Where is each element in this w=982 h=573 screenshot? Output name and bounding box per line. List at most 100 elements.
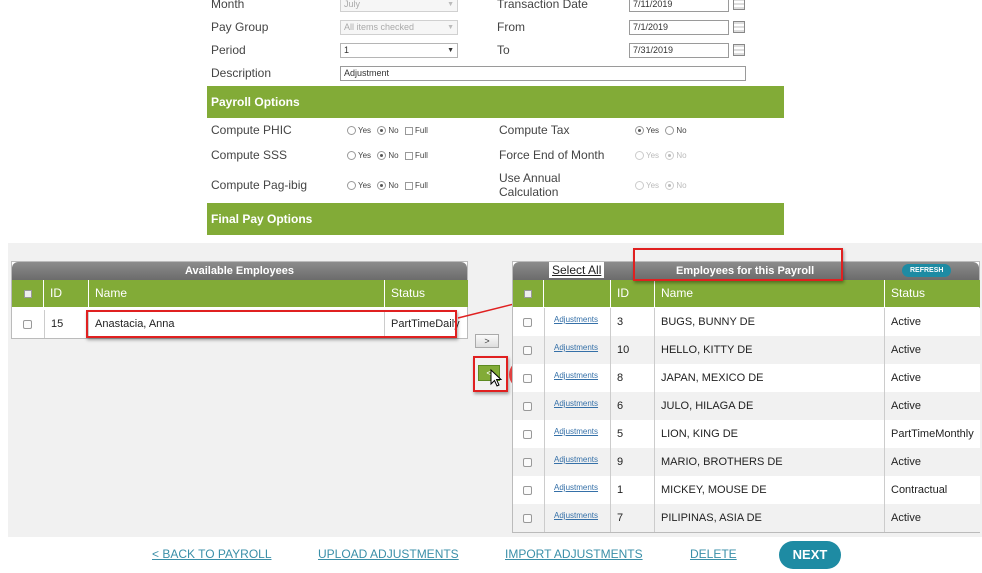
final-pay-options-header: Final Pay Options (207, 203, 784, 235)
select-all-link[interactable]: Select All (549, 262, 605, 278)
employee-id: 3 (611, 308, 655, 336)
employee-name: LION, KING DE (655, 420, 885, 448)
available-col-id[interactable]: ID (44, 280, 89, 307)
employee-name: JAPAN, MEXICO DE (655, 364, 885, 392)
compute-tax-options: Yes No (635, 123, 690, 137)
phic-no-radio[interactable] (377, 126, 387, 136)
adjustments-link[interactable]: Adjustments (554, 502, 598, 530)
table-row[interactable]: Adjustments 5 LION, KING DE PartTimeMonthly (513, 420, 980, 448)
period-select[interactable]: 1 ▼ (340, 43, 458, 58)
adjustments-cell: Adjustments (544, 336, 611, 364)
sss-no-radio[interactable] (377, 151, 387, 161)
employee-id: 15 (44, 310, 89, 338)
adjustments-cell: Adjustments (544, 364, 611, 392)
tax-yes-radio[interactable] (635, 126, 644, 136)
back-to-payroll-link[interactable]: < BACK TO PAYROLL (152, 547, 272, 561)
available-col-name[interactable]: Name (89, 280, 385, 307)
transaction-date-input[interactable]: 7/11/2019 (629, 0, 729, 12)
phic-yes-radio[interactable] (347, 126, 356, 136)
adjustments-link[interactable]: Adjustments (554, 306, 598, 334)
table-row[interactable]: Adjustments 9 MARIO, BROTHERS DE Active (513, 448, 980, 476)
employee-status: Active (891, 344, 921, 356)
employee-name: JULO, HILAGA DE (655, 392, 885, 420)
month-label: Month (211, 0, 245, 11)
employee-status: Active (891, 372, 921, 384)
to-date-input[interactable]: 7/31/2019 (629, 43, 729, 58)
annual-yes-radio (635, 181, 644, 191)
description-input[interactable]: Adjustment (340, 66, 746, 81)
table-row[interactable]: Adjustments 3 BUGS, BUNNY DE Active (513, 308, 980, 336)
pagibig-no-radio[interactable] (377, 181, 387, 191)
row-checkbox[interactable] (523, 346, 532, 355)
month-select[interactable]: July ▼ (340, 0, 458, 12)
upload-adjustments-link[interactable]: UPLOAD ADJUSTMENTS (318, 547, 459, 561)
payroll-select-all-checkbox[interactable] (524, 289, 532, 298)
adjustments-link[interactable]: Adjustments (554, 446, 598, 474)
paygroup-label: Pay Group (211, 20, 269, 34)
calendar-icon[interactable] (733, 21, 745, 33)
compute-phic-label: Compute PHIC (211, 123, 292, 137)
payroll-col-id[interactable]: ID (611, 280, 655, 307)
row-checkbox[interactable] (523, 486, 532, 495)
compute-sss-options: Yes No Full (347, 148, 431, 162)
next-button[interactable]: NEXT (779, 541, 841, 569)
available-col-status[interactable]: Status (385, 280, 468, 307)
adjustments-link[interactable]: Adjustments (554, 334, 598, 362)
to-label: To (497, 43, 510, 57)
adjustments-link[interactable]: Adjustments (554, 418, 598, 446)
add-employee-button[interactable]: > (475, 334, 499, 348)
use-annual-label: Use Annual Calculation (499, 171, 561, 199)
available-select-all-checkbox[interactable] (24, 289, 32, 298)
employee-id: 5 (611, 420, 655, 448)
period-label: Period (211, 43, 246, 57)
row-checkbox[interactable] (23, 320, 32, 329)
payroll-options-header: Payroll Options (207, 86, 784, 118)
description-label: Description (211, 66, 272, 80)
payroll-col-adjustments (544, 280, 611, 307)
pagibig-full-checkbox[interactable] (404, 181, 413, 190)
table-row[interactable]: Adjustments 7 PILIPINAS, ASIA DE Active (513, 504, 980, 532)
row-checkbox[interactable] (523, 402, 532, 411)
table-row[interactable]: Adjustments 8 JAPAN, MEXICO DE Active (513, 364, 980, 392)
employee-status: Active (891, 512, 921, 524)
row-checkbox[interactable] (523, 318, 532, 327)
sss-yes-radio[interactable] (347, 151, 356, 161)
refresh-button[interactable]: REFRESH (902, 264, 952, 277)
payroll-col-name[interactable]: Name (655, 280, 885, 307)
employee-id: 7 (611, 504, 655, 532)
adjustments-cell: Adjustments (544, 308, 611, 336)
phic-full-checkbox[interactable] (404, 126, 413, 135)
adjustments-link[interactable]: Adjustments (554, 362, 598, 390)
table-row[interactable]: Adjustments 10 HELLO, KITTY DE Active (513, 336, 980, 364)
employee-name: HELLO, KITTY DE (655, 336, 885, 364)
adjustments-link[interactable]: Adjustments (554, 474, 598, 502)
adjustments-cell: Adjustments (544, 392, 611, 420)
tax-no-radio[interactable] (665, 126, 675, 136)
table-row[interactable]: Adjustments 6 JULO, HILAGA DE Active (513, 392, 980, 420)
employee-name: MICKEY, MOUSE DE (655, 476, 885, 504)
pagibig-yes-radio[interactable] (347, 181, 356, 191)
delete-link[interactable]: DELETE (690, 547, 737, 561)
employee-id: 9 (611, 448, 655, 476)
employee-status: Contractual (891, 484, 948, 496)
row-checkbox[interactable] (523, 374, 532, 383)
import-adjustments-link[interactable]: IMPORT ADJUSTMENTS (505, 547, 643, 561)
chevron-down-icon: ▼ (447, 1, 454, 8)
adjustments-link[interactable]: Adjustments (554, 390, 598, 418)
calendar-icon[interactable] (733, 0, 745, 10)
sss-full-checkbox[interactable] (404, 151, 413, 160)
row-checkbox[interactable] (523, 458, 532, 467)
employee-status: Active (891, 456, 921, 468)
compute-tax-label: Compute Tax (499, 123, 570, 137)
payroll-col-status[interactable]: Status (885, 280, 980, 307)
row-checkbox[interactable] (523, 430, 532, 439)
compute-pagibig-options: Yes No Full (347, 178, 431, 192)
adjustments-cell: Adjustments (544, 476, 611, 504)
row-checkbox[interactable] (523, 514, 532, 523)
adjustments-cell: Adjustments (544, 420, 611, 448)
paygroup-select[interactable]: All items checked ▼ (340, 20, 458, 35)
calendar-icon[interactable] (733, 44, 745, 56)
cursor-icon (490, 369, 503, 387)
from-date-input[interactable]: 7/1/2019 (629, 20, 729, 35)
table-row[interactable]: Adjustments 1 MICKEY, MOUSE DE Contractual (513, 476, 980, 504)
